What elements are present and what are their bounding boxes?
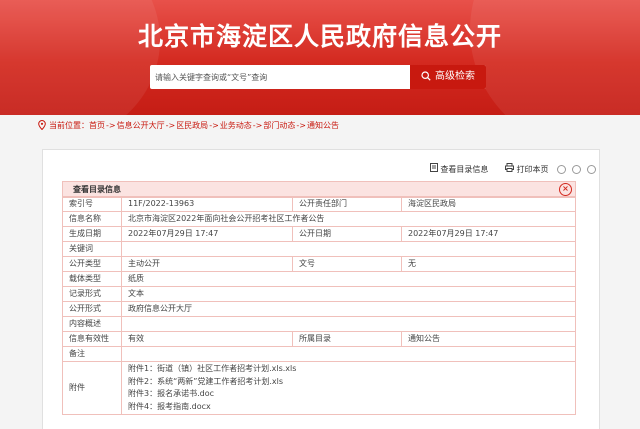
table-row: 公开类型 主动公开 文号无 (62, 256, 576, 272)
printer-icon (504, 163, 514, 172)
field-value (121, 316, 576, 332)
field-value: 无 (401, 256, 576, 272)
font-small-icon[interactable] (587, 164, 596, 174)
field-label: 信息名称 (62, 211, 122, 227)
table-row: 信息有效性 有效 所属目录 通知公告 (62, 331, 576, 347)
advanced-search-button[interactable]: 高级检索 (410, 65, 486, 89)
breadcrumb: 当前位置：首页->信息公开大厅->区民政局->业务动态->部门动态->通知公告 (38, 119, 339, 131)
field-label: 信息有效性 (62, 331, 122, 347)
breadcrumb-separator: -> (165, 121, 176, 130)
field-value: 有效 (121, 331, 293, 347)
table-row: 关键词 (62, 241, 576, 257)
search-bar: 高级检索 (150, 65, 486, 89)
field-value (121, 241, 576, 257)
field-value: 主动公开 (121, 256, 293, 272)
header-banner: 北京市海淀区人民政府信息公开 高级检索 (0, 0, 640, 115)
attachment-link[interactable]: 附件3：报名承诺书.doc (128, 388, 575, 401)
breadcrumb-separator: -> (296, 121, 306, 130)
breadcrumb-item[interactable]: 部门动态 (263, 121, 295, 130)
attachment-link[interactable]: 附件2：系统“两新”党建工作者招考计划.xls (128, 376, 575, 389)
field-label: 备注 (62, 346, 122, 362)
attachment-link[interactable]: 附件4：报考指南.docx (128, 401, 575, 414)
info-table: 索引号 11F/2022-13963 公开责任部门 海淀区民政局 信息名称 北京市海淀区… (62, 196, 576, 415)
attachment-label: 附件 (62, 361, 122, 415)
field-label: 载体类型 (62, 271, 122, 287)
field-label: 记录形式 (62, 286, 122, 302)
advanced-search-label: 高级检索 (435, 71, 475, 82)
breadcrumb-item[interactable]: 信息公开大厅 (117, 121, 165, 130)
table-row: 记录形式 文本 (62, 286, 576, 302)
field-value: 纸质 (121, 271, 576, 287)
field-label: 所属目录 (292, 331, 402, 347)
field-label: 公开责任部门 (292, 196, 402, 212)
field-label: 索引号 (62, 196, 122, 212)
table-row: 备注 (62, 346, 576, 362)
breadcrumb-item-home[interactable]: 首页 (89, 121, 105, 130)
search-input[interactable] (150, 65, 407, 89)
breadcrumb-separator: -> (106, 121, 116, 130)
font-medium-icon[interactable] (572, 164, 581, 174)
breadcrumb-item[interactable]: 通知公告 (307, 121, 339, 130)
info-box-title: 查看目录信息 (73, 185, 121, 194)
table-row: 索引号 11F/2022-13963 公开责任部门 海淀区民政局 (62, 196, 576, 212)
site-title: 北京市海淀区人民政府信息公开 (137, 22, 502, 51)
table-row: 附件 附件1：街道（镇）社区工作者招考计划.xls.xls 附件2：系统“两新”… (62, 361, 576, 415)
view-catalog-label: 查看目录信息 (440, 165, 489, 174)
print-link[interactable]: 打印本页 (504, 163, 549, 175)
field-value: 海淀区民政局 (401, 196, 576, 212)
field-label: 文号 (292, 256, 402, 272)
table-row: 载体类型 纸质 (62, 271, 576, 287)
close-icon[interactable]: × (559, 183, 572, 196)
field-value: 11F/2022-13963 (121, 196, 293, 212)
breadcrumb-separator: -> (252, 121, 263, 130)
table-row: 内容概述 (62, 316, 576, 332)
view-catalog-link[interactable]: 查看目录信息 (429, 163, 489, 175)
field-label: 关键词 (62, 241, 122, 257)
catalog-icon (429, 163, 438, 172)
field-label: 内容概述 (62, 316, 122, 332)
breadcrumb-item[interactable]: 区民政局 (176, 121, 208, 130)
breadcrumb-item[interactable]: 业务动态 (220, 121, 252, 130)
field-value: 通知公告 (401, 331, 576, 347)
field-value: 文本 (121, 286, 576, 302)
attachment-link[interactable]: 附件1：街道（镇）社区工作者招考计划.xls.xls (128, 363, 575, 376)
field-label: 生成日期 (62, 226, 122, 242)
attachment-list: 附件1：街道（镇）社区工作者招考计划.xls.xls 附件2：系统“两新”党建工… (121, 361, 576, 415)
field-value: 2022年07月29日 17:47 (121, 226, 293, 242)
breadcrumb-separator: -> (209, 121, 219, 130)
table-row: 公开形式 政府信息公开大厅 (62, 301, 576, 317)
field-label: 公开类型 (62, 256, 122, 272)
page-toolbar: 查看目录信息 打印本页 (429, 163, 596, 175)
location-pin-icon (38, 119, 46, 131)
field-value: 政府信息公开大厅 (121, 301, 576, 317)
field-value: 2022年07月29日 17:47 (401, 226, 576, 242)
print-label: 打印本页 (516, 165, 549, 174)
field-value (121, 346, 576, 362)
search-icon (421, 71, 431, 81)
field-label: 公开形式 (62, 301, 122, 317)
breadcrumb-prefix: 当前位置： (49, 121, 89, 130)
table-row: 生成日期 2022年07月29日 17:47 公开日期 2022年07月29日 17:… (62, 226, 576, 242)
field-label: 公开日期 (292, 226, 402, 242)
table-row: 信息名称 北京市海淀区2022年面向社会公开招考社区工作者公告 (62, 211, 576, 227)
field-value: 北京市海淀区2022年面向社会公开招考社区工作者公告 (121, 211, 576, 227)
font-large-icon[interactable] (557, 164, 566, 174)
